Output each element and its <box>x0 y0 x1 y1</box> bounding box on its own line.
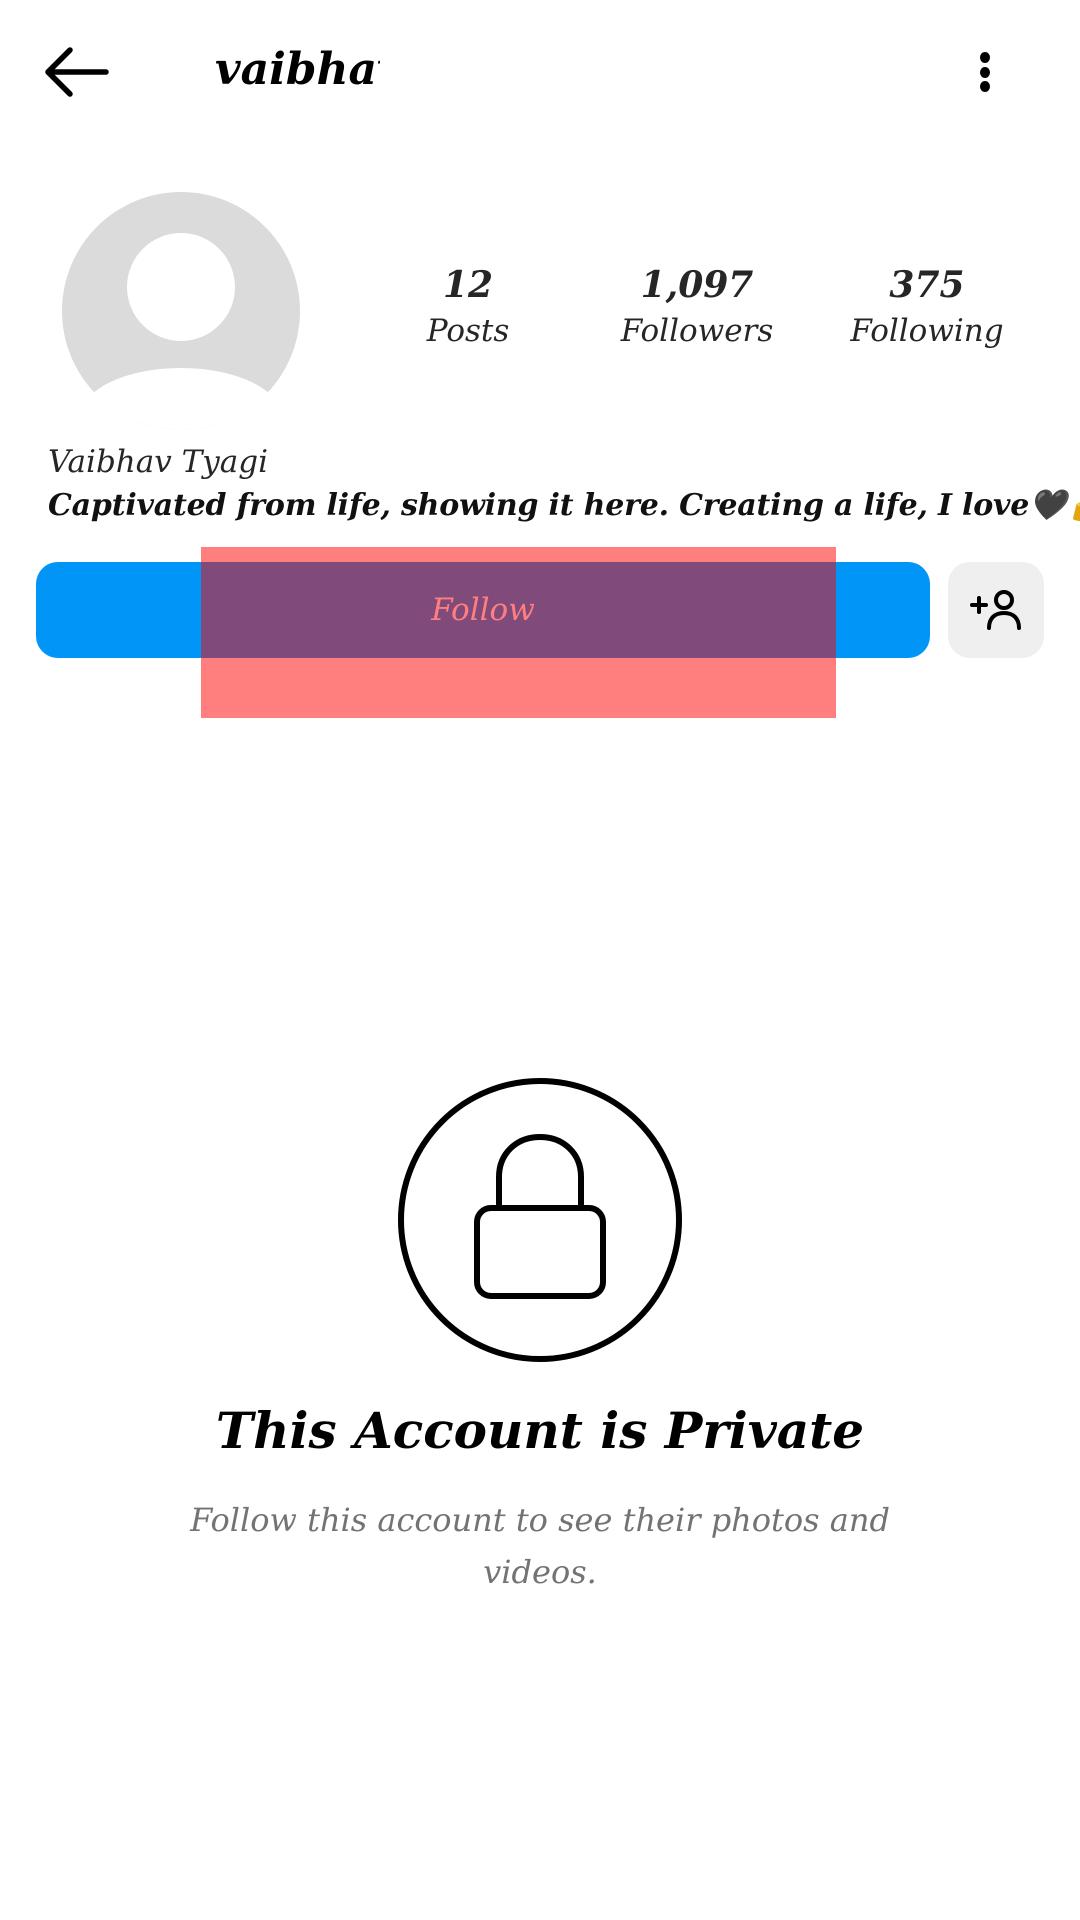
following-label: Following <box>850 313 1004 349</box>
follow-button[interactable]: Follow <box>36 562 930 658</box>
stat-following[interactable]: 375 Following <box>817 262 1037 354</box>
display-name: Vaibhav Tyagi <box>48 444 269 480</box>
followers-count: 1,097 <box>640 264 754 306</box>
posts-count: 12 <box>442 264 494 306</box>
more-vertical-icon <box>980 49 990 96</box>
lock-icon <box>398 1078 682 1362</box>
follow-button-label: Follow <box>431 592 535 628</box>
private-account-subtitle: Follow this account to see their photos … <box>190 1501 890 1591</box>
avatar[interactable] <box>62 192 300 430</box>
profile-username: vaibhav_ <box>215 44 380 95</box>
add-person-icon <box>970 590 1021 630</box>
bio-text: Captivated from life, showing it here. C… <box>48 488 1080 523</box>
following-count: 375 <box>889 264 965 306</box>
private-account-title: This Account is Private <box>215 1401 865 1460</box>
default-avatar-icon <box>127 233 235 341</box>
back-button[interactable] <box>40 36 130 108</box>
posts-label: Posts <box>426 313 510 349</box>
suggested-users-button[interactable] <box>948 562 1044 658</box>
stat-posts[interactable]: 12 Posts <box>358 262 578 354</box>
arrow-left-icon <box>45 47 109 97</box>
followers-label: Followers <box>620 313 774 349</box>
private-lock-badge <box>397 1077 683 1363</box>
more-options-button[interactable] <box>960 36 1010 108</box>
stat-followers[interactable]: 1,097 Followers <box>587 262 807 354</box>
